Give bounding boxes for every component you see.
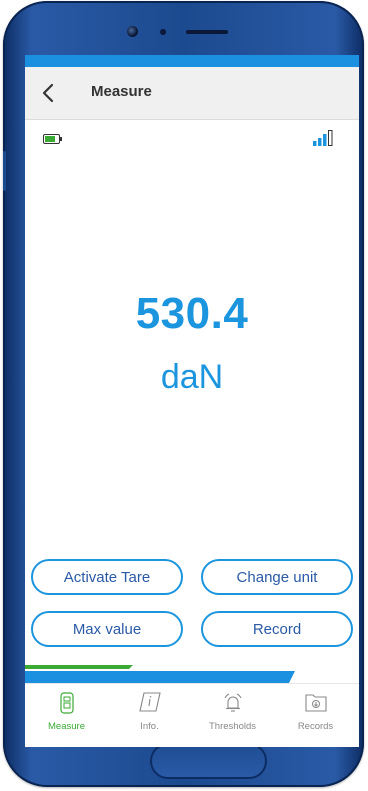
record-button[interactable]: Record <box>201 611 353 647</box>
tab-label: Measure <box>48 721 85 732</box>
phone-frame: Measure 530.4 daN Activate Tare Change u… <box>3 1 364 787</box>
front-camera <box>127 26 138 37</box>
activate-tare-button[interactable]: Activate Tare <box>31 559 183 595</box>
max-value-button[interactable]: Max value <box>31 611 183 647</box>
volume-button <box>3 151 6 191</box>
tab-measure[interactable]: Measure <box>25 684 108 747</box>
proximity-sensor <box>160 29 166 35</box>
battery-icon <box>43 134 62 144</box>
thresholds-bell-icon <box>224 693 241 712</box>
records-icon <box>304 694 327 712</box>
earpiece-speaker <box>186 30 228 34</box>
info-icon <box>138 692 161 712</box>
app-screen: Measure 530.4 daN Activate Tare Change u… <box>25 55 359 747</box>
decorative-stripes <box>25 665 295 683</box>
tab-label: Info. <box>140 721 159 732</box>
tab-label: Thresholds <box>209 721 256 732</box>
measurement-value: 530.4 <box>135 289 249 338</box>
back-arrow-icon[interactable] <box>37 81 61 105</box>
status-bar-stripe <box>25 55 359 67</box>
tab-label: Records <box>297 721 334 732</box>
bottom-tab-bar: Measure Info. Thresholds Records <box>25 683 359 747</box>
tab-info[interactable]: Info. <box>108 684 191 747</box>
app-header: Measure <box>25 67 359 120</box>
tab-thresholds[interactable]: Thresholds <box>191 684 274 747</box>
home-button[interactable] <box>150 743 267 779</box>
measurement-unit: daN <box>160 358 224 396</box>
tab-records[interactable]: Records <box>274 684 357 747</box>
change-unit-button[interactable]: Change unit <box>201 559 353 595</box>
measure-icon <box>59 692 74 714</box>
signal-strength-icon <box>313 130 333 146</box>
page-title: Measure <box>91 83 152 100</box>
